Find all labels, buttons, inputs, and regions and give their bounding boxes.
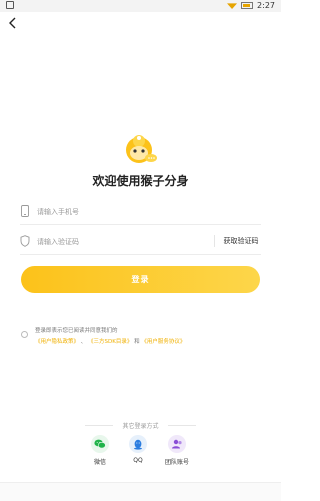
- phone-icon: [21, 205, 29, 217]
- wechat-login-button[interactable]: 微信: [80, 435, 120, 466]
- get-code-button[interactable]: 获取验证码: [219, 236, 263, 246]
- shield-icon: [20, 235, 30, 247]
- status-time: 2:27: [257, 1, 275, 10]
- chevron-left-icon: [9, 17, 16, 29]
- phone-field: [20, 200, 261, 225]
- qq-icon: [129, 435, 147, 453]
- wifi-icon: [227, 3, 238, 9]
- agreement-intro: 登录即表示您已阅读并同意我们的: [35, 328, 118, 334]
- system-nav-bar: [0, 482, 281, 501]
- phone-input[interactable]: [35, 202, 224, 222]
- sdk-list-link[interactable]: 《三方SDK目录》: [88, 339, 132, 345]
- agreement-text: 登录即表示您已阅读并同意我们的 《用户隐私政策》 、 《三方SDK目录》 和 《…: [35, 326, 261, 348]
- page-title: 欢迎使用猴子分身: [92, 174, 189, 188]
- team-label: 团队账号: [164, 459, 189, 466]
- wechat-label: 微信: [93, 459, 106, 466]
- battery-icon: [241, 2, 254, 9]
- wechat-icon: [91, 435, 109, 453]
- sim-icon: [6, 1, 14, 9]
- monkey-logo-icon: [124, 132, 158, 166]
- login-button[interactable]: 登录: [21, 266, 260, 293]
- agreement-separator: 、: [80, 339, 87, 345]
- back-button[interactable]: [6, 15, 20, 29]
- divider: [214, 235, 215, 247]
- other-login-title: 其它登录方式: [0, 421, 281, 430]
- service-agreement-link[interactable]: 《用户服务协议》: [141, 339, 185, 345]
- status-bar: 2:27: [0, 0, 281, 12]
- code-field: 获取验证码: [20, 230, 261, 255]
- team-icon: [168, 435, 186, 453]
- privacy-policy-link[interactable]: 《用户隐私政策》: [35, 339, 79, 345]
- qq-login-button[interactable]: QQ: [118, 435, 158, 464]
- agreement-checkbox[interactable]: [21, 331, 28, 338]
- team-login-button[interactable]: 团队账号: [157, 435, 197, 466]
- code-input[interactable]: [35, 232, 224, 252]
- qq-label: QQ: [133, 457, 143, 464]
- agreement-conjunction: 和: [134, 339, 140, 345]
